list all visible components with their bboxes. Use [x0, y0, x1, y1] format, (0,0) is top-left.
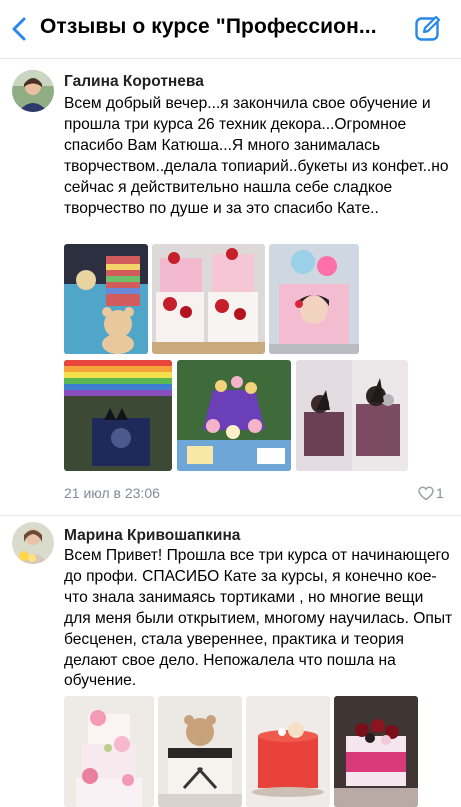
top-bar: Отзывы о курсе "Профессион... [0, 0, 461, 59]
divider [0, 515, 461, 516]
avatar[interactable] [12, 70, 54, 112]
heart-icon [418, 486, 434, 501]
cake-flowers-tiered-photo[interactable] [64, 696, 154, 807]
comment-text: Всем добрый вечер...я закончила свое обу… [64, 95, 449, 217]
cake-girl-portrait-photo[interactable] [269, 244, 359, 354]
like-count: 1 [436, 485, 444, 501]
compose-icon[interactable] [414, 14, 442, 42]
like-button[interactable]: 1 [418, 485, 458, 501]
cake-rainbow-maleficent-photo[interactable] [64, 360, 172, 471]
cake-cherries-photo[interactable] [334, 696, 418, 807]
cake-red-roses-photo[interactable] [152, 244, 265, 354]
cake-bear-photo[interactable] [158, 696, 242, 807]
cake-red-mirror-photo[interactable] [246, 696, 330, 807]
chevron-left-icon[interactable] [10, 16, 30, 42]
cake-teddy-bear-photo[interactable] [64, 244, 148, 354]
comment-text: Всем Привет! Прошла все три курса от нач… [64, 547, 453, 690]
page-title: Отзывы о курсе "Профессион... [40, 15, 377, 38]
cupcake-stand-photo[interactable] [177, 360, 291, 471]
comment-author[interactable]: Марина Кривошапкина [64, 527, 240, 545]
comment-author[interactable]: Галина Коротнева [64, 73, 204, 91]
avatar[interactable] [12, 522, 54, 564]
comment-date: 21 июл в 23:06 [64, 485, 160, 501]
cake-chocolate-spheres-photo[interactable] [296, 360, 408, 471]
